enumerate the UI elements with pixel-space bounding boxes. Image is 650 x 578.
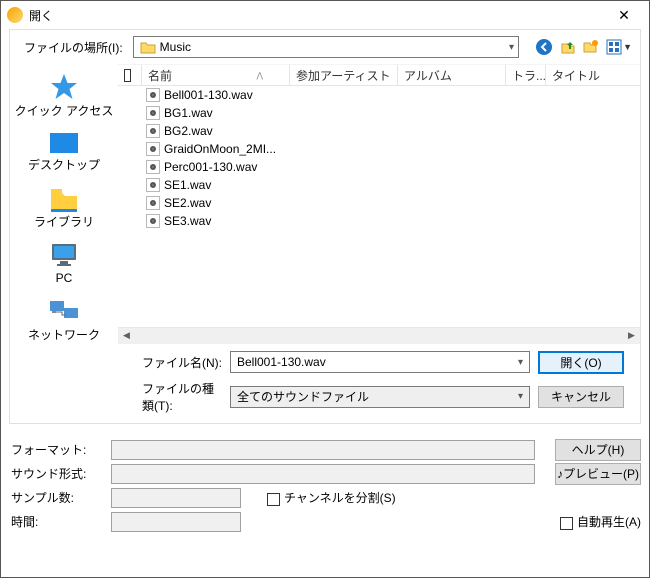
- file-name: SE3.wav: [164, 214, 211, 228]
- file-rows[interactable]: Bell001-130.wav BG1.wav BG2.wav GraidOnMoon…: [118, 86, 640, 327]
- up-icon[interactable]: [560, 39, 576, 55]
- back-icon[interactable]: [535, 38, 553, 56]
- location-combo[interactable]: Music ▾: [133, 36, 519, 58]
- audio-file-icon: [146, 106, 160, 120]
- audio-file-icon: [146, 178, 160, 192]
- sidebar-quick-access[interactable]: クイック アクセス: [10, 70, 118, 120]
- audio-file-icon: [146, 214, 160, 228]
- audio-file-icon: [146, 142, 160, 156]
- column-headers: 名前⋀ 参加アーティスト アルバム トラ... タイトル: [118, 64, 640, 86]
- samples-label: サンプル数:: [9, 489, 105, 506]
- scroll-right-icon[interactable]: ▶: [623, 327, 640, 344]
- network-icon: [47, 298, 81, 326]
- header-name[interactable]: 名前⋀: [142, 65, 290, 85]
- header-track[interactable]: トラ...: [506, 65, 546, 85]
- dialog-frame: ファイルの場所(I): Music ▾ ▼ クイック アクセス デスクトップ: [9, 29, 641, 424]
- titlebar: 開く ✕: [1, 1, 649, 29]
- browser-area: クイック アクセス デスクトップ ライブラリ PC ネットワーク 名: [10, 64, 640, 344]
- current-folder: Music: [160, 40, 191, 54]
- quick-access-icon: [47, 72, 81, 102]
- chevron-down-icon: ▾: [518, 391, 523, 402]
- horizontal-scrollbar[interactable]: ◀ ▶: [118, 327, 640, 344]
- chevron-down-icon: ▾: [509, 42, 514, 53]
- file-row[interactable]: SE3.wav: [118, 212, 640, 230]
- sidebar-network[interactable]: ネットワーク: [10, 296, 118, 344]
- sidebar-libraries[interactable]: ライブラリ: [10, 183, 118, 231]
- split-checkbox[interactable]: チャンネルを分割(S): [267, 489, 396, 506]
- places-sidebar: クイック アクセス デスクトップ ライブラリ PC ネットワーク: [10, 64, 118, 344]
- libraries-icon: [47, 185, 81, 213]
- new-folder-icon[interactable]: [583, 39, 599, 55]
- filetype-select[interactable]: 全てのサウンドファイル ▾: [230, 386, 530, 408]
- file-name: Bell001-130.wav: [164, 88, 253, 102]
- filename-label: ファイル名(N):: [138, 354, 222, 371]
- help-button[interactable]: ヘルプ(H): [555, 439, 641, 461]
- audio-file-icon: [146, 88, 160, 102]
- soundtype-label: サウンド形式:: [9, 465, 105, 482]
- header-title[interactable]: タイトル: [546, 65, 640, 85]
- time-label: 時間:: [9, 513, 105, 530]
- file-name: BG1.wav: [164, 106, 213, 120]
- info-panel: フォーマット: ヘルプ(H) サウンド形式: ♪プレビュー(P) サンプル数: …: [1, 432, 649, 540]
- chevron-down-icon: ▾: [518, 357, 523, 368]
- file-row[interactable]: Bell001-130.wav: [118, 86, 640, 104]
- file-name: SE2.wav: [164, 196, 211, 210]
- file-row[interactable]: SE1.wav: [118, 176, 640, 194]
- location-label: ファイルの場所(I):: [24, 39, 127, 56]
- samples-value: [111, 488, 241, 508]
- sidebar-pc[interactable]: PC: [10, 239, 118, 287]
- file-row[interactable]: GraidOnMoon_2MI...: [118, 140, 640, 158]
- file-name: GraidOnMoon_2MI...: [164, 142, 276, 156]
- window-title: 開く: [29, 7, 603, 24]
- audio-file-icon: [146, 124, 160, 138]
- file-name: BG2.wav: [164, 124, 213, 138]
- file-row[interactable]: BG1.wav: [118, 104, 640, 122]
- header-album[interactable]: アルバム: [398, 65, 506, 85]
- file-name: SE1.wav: [164, 178, 211, 192]
- filetype-label: ファイルの種類(T):: [138, 380, 222, 414]
- format-label: フォーマット:: [9, 441, 105, 458]
- app-icon: [7, 7, 23, 23]
- cancel-button[interactable]: キャンセル: [538, 386, 624, 408]
- view-mode-icon[interactable]: ▼: [606, 39, 632, 55]
- file-row[interactable]: SE2.wav: [118, 194, 640, 212]
- autoplay-checkbox[interactable]: 自動再生(A): [560, 513, 641, 530]
- file-row[interactable]: Perc001-130.wav: [118, 158, 640, 176]
- folder-icon: [140, 40, 156, 54]
- open-button[interactable]: 開く(O): [538, 351, 624, 374]
- location-toolbar: ファイルの場所(I): Music ▾ ▼: [10, 30, 640, 64]
- file-row[interactable]: BG2.wav: [118, 122, 640, 140]
- desktop-icon: [47, 130, 81, 156]
- audio-file-icon: [146, 160, 160, 174]
- filename-input[interactable]: Bell001-130.wav ▾: [230, 351, 530, 373]
- scroll-left-icon[interactable]: ◀: [118, 327, 135, 344]
- sidebar-desktop[interactable]: デスクトップ: [10, 128, 118, 174]
- file-list: 名前⋀ 参加アーティスト アルバム トラ... タイトル Bell001-130…: [118, 64, 640, 344]
- close-button[interactable]: ✕: [603, 1, 645, 29]
- preview-button[interactable]: ♪プレビュー(P): [555, 463, 641, 485]
- header-artist[interactable]: 参加アーティスト: [290, 65, 398, 85]
- soundtype-value: [111, 464, 535, 484]
- audio-file-icon: [146, 196, 160, 210]
- time-value: [111, 512, 241, 532]
- header-checkbox[interactable]: [118, 65, 142, 85]
- pc-icon: [47, 241, 81, 269]
- format-value: [111, 440, 535, 460]
- file-name: Perc001-130.wav: [164, 160, 257, 174]
